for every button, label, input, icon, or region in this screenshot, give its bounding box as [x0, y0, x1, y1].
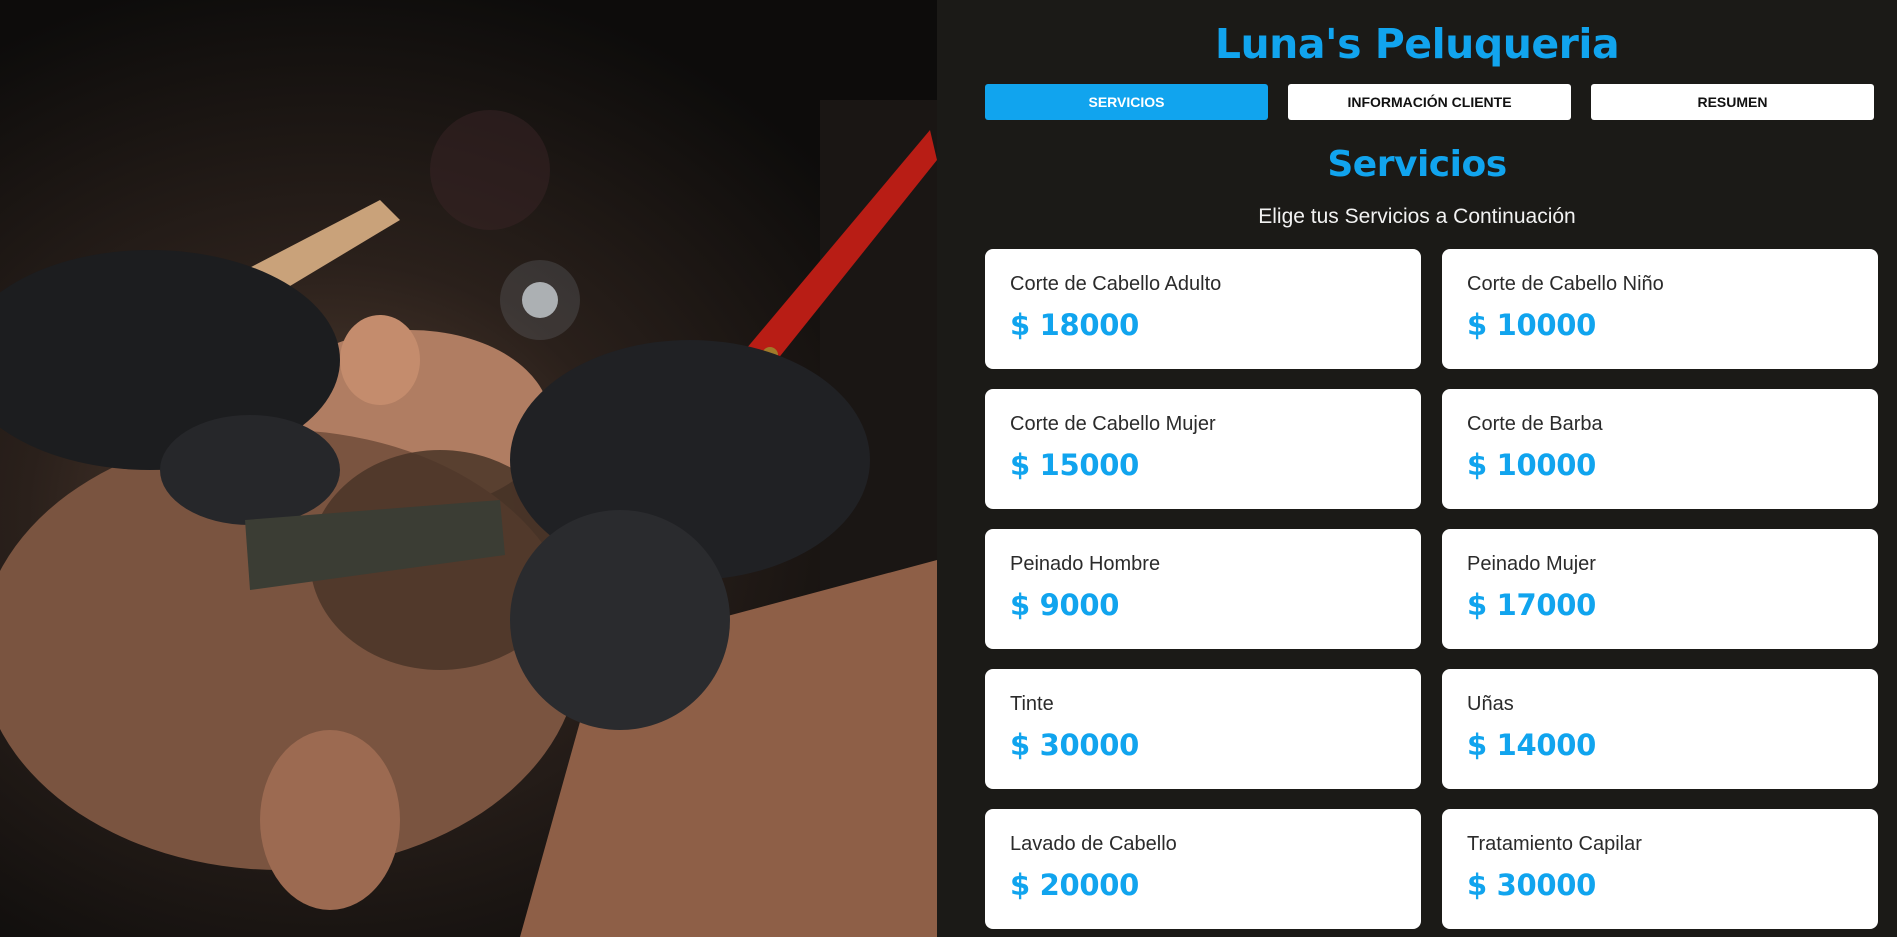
- service-name: Lavado de Cabello: [1010, 833, 1177, 855]
- service-price: $ 18000: [1010, 308, 1140, 342]
- service-card[interactable]: Tratamiento Capilar $ 30000: [1442, 809, 1878, 929]
- service-price: $ 10000: [1467, 308, 1597, 342]
- service-price: $ 9000: [1010, 588, 1120, 622]
- service-price: $ 17000: [1467, 588, 1597, 622]
- tab-informacion-cliente[interactable]: Información Cliente: [1288, 84, 1571, 120]
- service-card[interactable]: Corte de Cabello Mujer $ 15000: [985, 389, 1421, 509]
- service-card[interactable]: Corte de Cabello Adulto $ 18000: [985, 249, 1421, 369]
- service-card[interactable]: Peinado Mujer $ 17000: [1442, 529, 1878, 649]
- service-name: Peinado Hombre: [1010, 553, 1161, 575]
- service-name: Corte de Cabello Niño: [1467, 273, 1664, 295]
- service-name: Tinte: [1010, 693, 1054, 715]
- service-card[interactable]: Peinado Hombre $ 9000: [985, 529, 1421, 649]
- brand-title: Luna's Peluqueria: [1214, 20, 1620, 68]
- service-card[interactable]: Lavado de Cabello $ 20000: [985, 809, 1421, 929]
- service-name: Corte de Barba: [1467, 413, 1603, 435]
- service-name: Corte de Cabello Adulto: [1010, 273, 1222, 295]
- service-name: Uñas: [1467, 693, 1514, 715]
- service-price: $ 30000: [1010, 728, 1140, 762]
- app-layout: Luna's Peluqueria Servicios Información …: [0, 0, 1897, 937]
- service-card[interactable]: Corte de Barba $ 10000: [1442, 389, 1878, 509]
- hero-illustration: [0, 100, 937, 937]
- tab-resumen[interactable]: Resumen: [1591, 84, 1874, 120]
- booking-panel: Luna's Peluqueria Servicios Información …: [937, 0, 1897, 937]
- services-grid: Corte de Cabello Adulto $ 18000 Corte de…: [937, 249, 1897, 929]
- section-subtitle: Elige tus Servicios a Continuación: [1258, 205, 1576, 228]
- service-card[interactable]: Uñas $ 14000: [1442, 669, 1878, 789]
- service-price: $ 30000: [1467, 868, 1597, 902]
- service-card[interactable]: Tinte $ 30000: [985, 669, 1421, 789]
- service-name: Corte de Cabello Mujer: [1010, 413, 1216, 435]
- service-price: $ 14000: [1467, 728, 1597, 762]
- service-price: $ 10000: [1467, 448, 1597, 482]
- tab-servicios[interactable]: Servicios: [985, 84, 1268, 120]
- service-price: $ 20000: [1010, 868, 1140, 902]
- section-title: Servicios: [1327, 144, 1507, 185]
- step-tabs: Servicios Información Cliente Resumen: [937, 84, 1897, 120]
- hero-image-barber-shaving: [0, 0, 937, 937]
- service-price: $ 15000: [1010, 448, 1140, 482]
- service-name: Tratamiento Capilar: [1467, 833, 1642, 855]
- service-name: Peinado Mujer: [1467, 553, 1596, 575]
- service-card[interactable]: Corte de Cabello Niño $ 10000: [1442, 249, 1878, 369]
